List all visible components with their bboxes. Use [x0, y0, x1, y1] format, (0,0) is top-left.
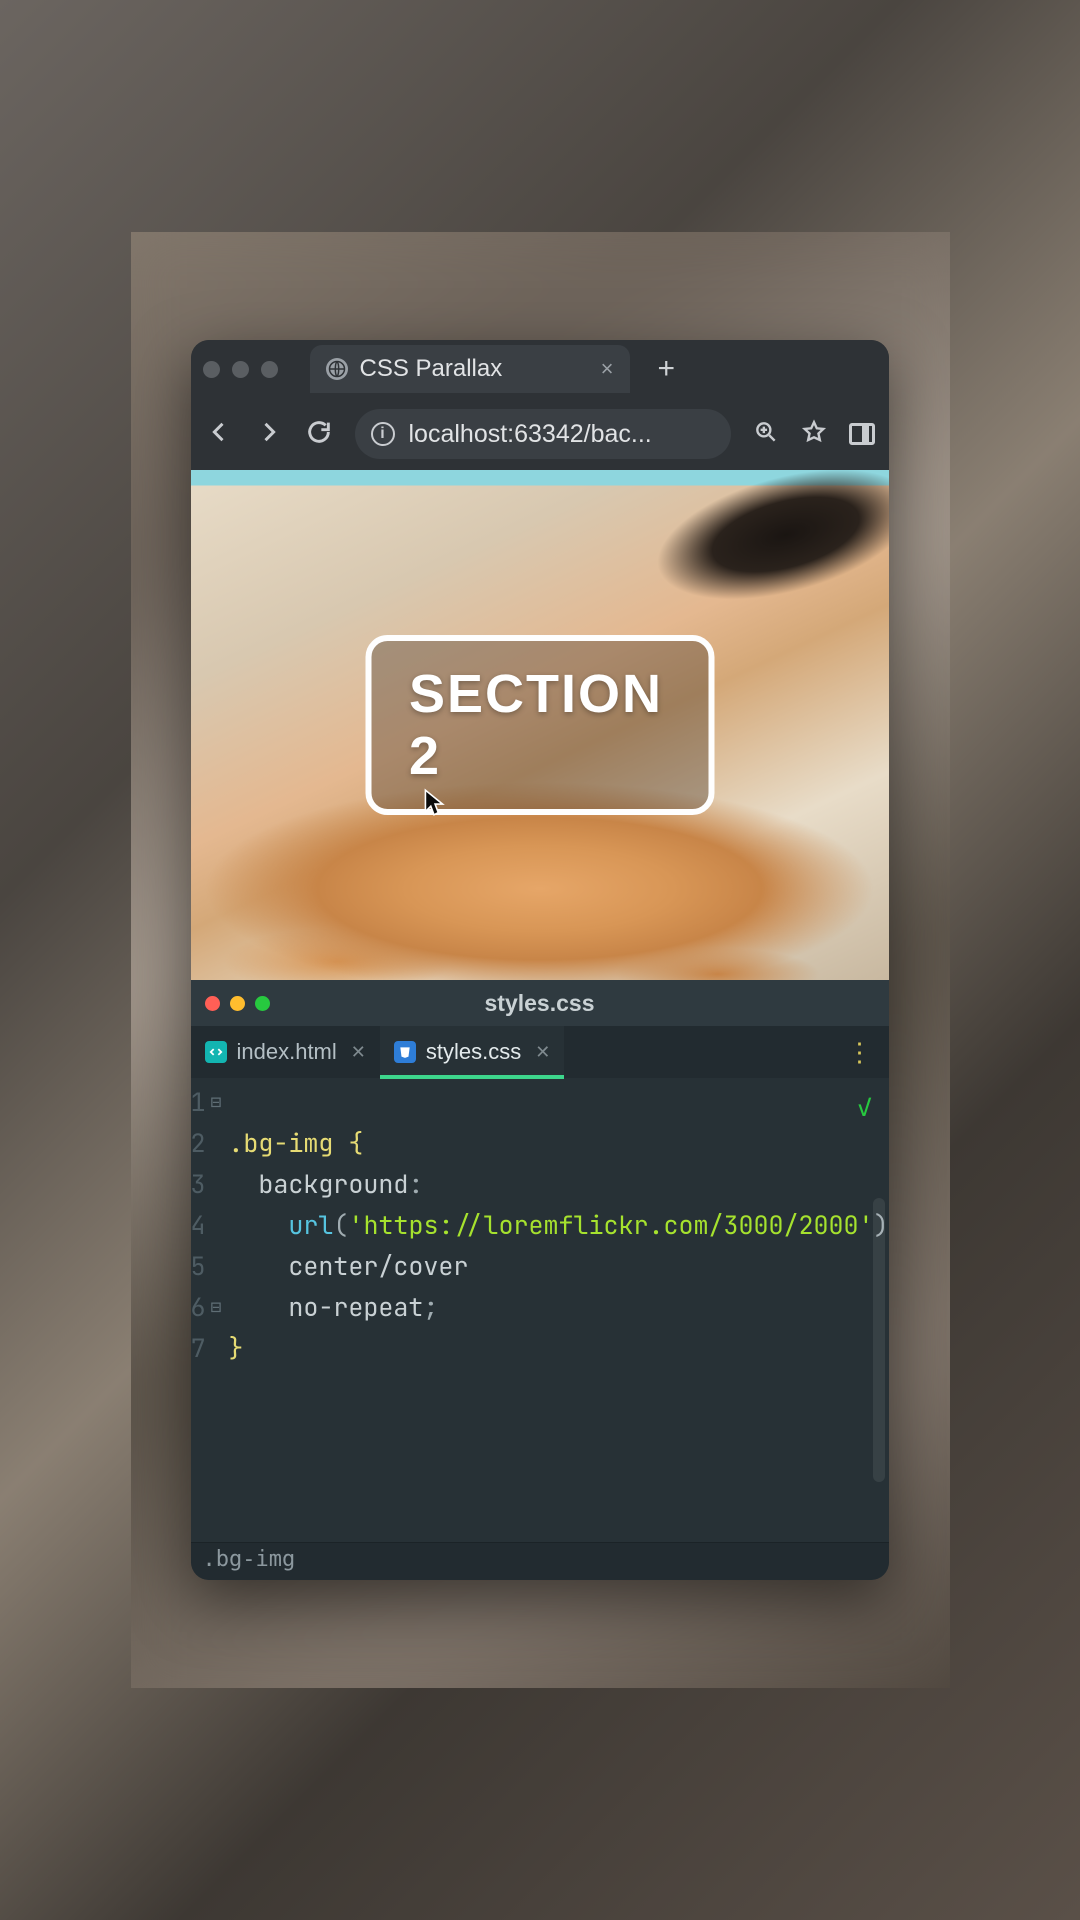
- tab-close-icon[interactable]: ×: [601, 358, 614, 380]
- code-editor[interactable]: 1 2 3 4 5 6 7 ⊟ ⊟ .bg-img { background: …: [191, 1078, 889, 1542]
- code-token: ': [858, 1208, 873, 1242]
- new-tab-button[interactable]: +: [658, 354, 676, 384]
- url-text: localhost:63342/bac...: [409, 420, 652, 449]
- globe-icon: [326, 358, 348, 380]
- window-close-dot[interactable]: [203, 361, 220, 378]
- editor-zoom-dot[interactable]: [255, 996, 270, 1011]
- html-file-icon: [205, 1041, 227, 1063]
- editor-titlebar: styles.css: [191, 980, 889, 1026]
- site-info-icon[interactable]: i: [371, 422, 395, 446]
- editor-tab-bar: index.html ✕ styles.css ✕ ⋮: [191, 1026, 889, 1078]
- editor-tab-index-html[interactable]: index.html ✕: [191, 1026, 380, 1078]
- reload-button[interactable]: [305, 418, 333, 451]
- code-token: https://loremflickr.com/3000/2000: [363, 1208, 858, 1242]
- browser-titlebar: CSS Parallax × +: [191, 340, 889, 398]
- code-token: background: [258, 1167, 408, 1201]
- code-token: center/cover: [288, 1249, 468, 1283]
- tab-title: CSS Parallax: [360, 355, 503, 383]
- inspection-ok-icon[interactable]: ✓: [857, 1086, 873, 1127]
- section-label: SECTION 2: [409, 664, 663, 786]
- code-token: {: [333, 1126, 363, 1160]
- browser-toolbar: i localhost:63342/bac...: [191, 398, 889, 470]
- line-number: 7: [191, 1328, 206, 1369]
- line-number: 6: [191, 1287, 206, 1328]
- editor-minimize-dot[interactable]: [230, 996, 245, 1011]
- code-token: ;: [423, 1290, 438, 1324]
- window-zoom-dot[interactable]: [261, 361, 278, 378]
- editor-tab-label: styles.css: [426, 1039, 521, 1065]
- line-number: 5: [191, 1246, 206, 1287]
- code-token: (: [333, 1208, 348, 1242]
- editor-tab-styles-css[interactable]: styles.css ✕: [380, 1026, 564, 1078]
- close-icon[interactable]: ✕: [351, 1042, 366, 1063]
- line-number: 3: [191, 1164, 206, 1205]
- code-token: url: [288, 1208, 333, 1242]
- window-minimize-dot[interactable]: [232, 361, 249, 378]
- editor-tab-label: index.html: [237, 1039, 337, 1065]
- mouse-cursor-icon: [423, 788, 445, 818]
- section-badge: SECTION 2: [365, 635, 714, 815]
- editor-breadcrumb[interactable]: .bg-img: [191, 1542, 889, 1580]
- editor-close-dot[interactable]: [205, 996, 220, 1011]
- editor-window: styles.css index.html ✕ styles.css ✕: [191, 980, 889, 1580]
- editor-traffic-lights: [205, 996, 270, 1011]
- forward-button[interactable]: [255, 418, 283, 451]
- browser-window: CSS Parallax × + i localhost:63342/bac..…: [191, 340, 889, 980]
- zoom-icon[interactable]: [753, 419, 779, 450]
- address-bar[interactable]: i localhost:63342/bac...: [355, 409, 731, 459]
- line-number: 1: [191, 1082, 206, 1123]
- css-file-icon: [394, 1041, 416, 1063]
- line-number: 2: [191, 1123, 206, 1164]
- code-token: no-repeat: [288, 1290, 423, 1324]
- editor-window-title: styles.css: [191, 990, 889, 1017]
- editor-scrollbar[interactable]: [873, 1198, 885, 1482]
- editor-tabs-overflow-icon[interactable]: ⋮: [831, 1026, 889, 1078]
- code-content[interactable]: .bg-img { background: url('https://lorem…: [220, 1078, 888, 1542]
- code-token: }: [228, 1331, 243, 1365]
- browser-tab-active[interactable]: CSS Parallax ×: [310, 345, 630, 393]
- back-button[interactable]: [205, 418, 233, 451]
- page-viewport[interactable]: SECTION 2: [191, 470, 889, 980]
- code-token: :: [408, 1167, 423, 1201]
- line-number: 4: [191, 1205, 206, 1246]
- code-token: .bg-img: [228, 1126, 333, 1160]
- close-icon[interactable]: ✕: [535, 1042, 550, 1063]
- bookmark-star-icon[interactable]: [801, 419, 827, 450]
- side-panel-toggle-icon[interactable]: [849, 423, 875, 445]
- window-traffic-lights: [203, 361, 278, 378]
- code-token: ': [348, 1208, 363, 1242]
